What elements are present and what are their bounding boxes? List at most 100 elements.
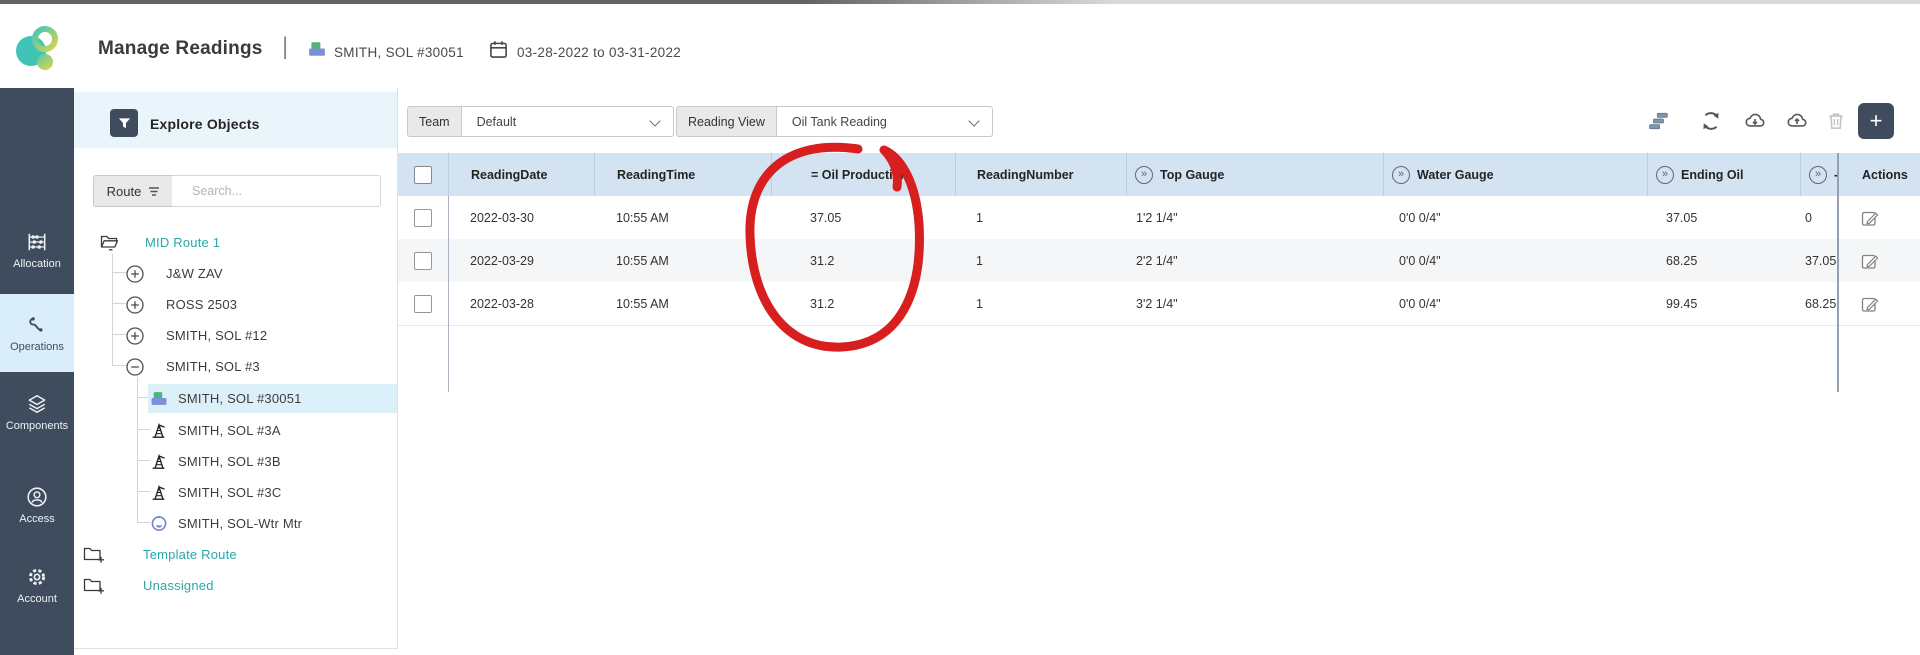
- sidebar-item-label: Operations: [10, 341, 64, 353]
- tree-item-smith-sol-wtr-mtr[interactable]: SMITH, SOL-Wtr Mtr: [74, 509, 397, 538]
- app-logo-icon: [15, 24, 61, 72]
- chevrons-circle-icon: [1392, 166, 1410, 184]
- sidebar-item-components[interactable]: Components: [0, 378, 74, 446]
- tree-item-label: SMITH, SOL #3B: [178, 454, 281, 469]
- tree-item-smith-sol-3b[interactable]: SMITH, SOL #3B: [74, 447, 397, 476]
- cell-top-gauge: 3'2 1/4": [1126, 282, 1383, 325]
- cell-reading-number: 1: [955, 282, 1126, 325]
- select-all-checkbox-cell: [398, 153, 448, 196]
- column-header-reading-time[interactable]: ReadingTime: [594, 153, 771, 196]
- column-header-water-gauge[interactable]: Water Gauge: [1383, 153, 1647, 196]
- tank-battery-icon: [150, 390, 168, 407]
- cell-reading-number: 1: [955, 239, 1126, 282]
- group-steps-icon[interactable]: [1648, 110, 1670, 132]
- cell-trailing-value: 37.05: [1800, 239, 1837, 282]
- cell-reading-number: 1: [955, 196, 1126, 239]
- cell-reading-time: 10:55 AM: [594, 196, 771, 239]
- well-derrick-icon: [150, 422, 168, 439]
- reading-view-dropdown[interactable]: Oil Tank Reading: [777, 106, 993, 137]
- cloud-upload-icon[interactable]: [1786, 110, 1808, 132]
- sidebar-item-operations[interactable]: Operations: [0, 294, 74, 372]
- tree-item-smith-sol-12[interactable]: SMITH, SOL #12: [74, 321, 397, 350]
- chevron-down-icon: [968, 115, 979, 126]
- edit-reading-button[interactable]: [1861, 251, 1880, 270]
- tree-item-unassigned[interactable]: Unassigned: [74, 571, 397, 600]
- sidebar-item-label: Components: [6, 420, 68, 432]
- explore-objects-title: Explore Objects: [150, 116, 260, 132]
- table-row: 2022-03-30 10:55 AM 37.05 1 1'2 1/4" 0'0…: [398, 196, 1920, 240]
- route-filter-tab[interactable]: Route: [93, 175, 174, 207]
- cell-oil-production: 31.2: [771, 239, 955, 282]
- row-checkbox[interactable]: [414, 295, 432, 313]
- tree-item-smith-sol-3a[interactable]: SMITH, SOL #3A: [74, 416, 397, 445]
- column-header-reading-date[interactable]: ReadingDate: [448, 153, 594, 196]
- cell-reading-time: 10:55 AM: [594, 239, 771, 282]
- cell-ending-oil: 37.05: [1647, 196, 1800, 239]
- expand-plus-icon: [125, 264, 145, 284]
- date-range[interactable]: 03-28-2022 to 03-31-2022: [517, 45, 681, 60]
- team-value: Default: [477, 115, 517, 129]
- cell-top-gauge: 2'2 1/4": [1126, 239, 1383, 282]
- tree-item-template-route[interactable]: Template Route: [74, 540, 397, 569]
- tree-item-label: SMITH, SOL #3C: [178, 485, 281, 500]
- top-bar: Manage Readings | SMITH, SOL #30051 03-2…: [0, 4, 1920, 88]
- search-input[interactable]: [190, 183, 364, 199]
- calendar-icon[interactable]: [489, 40, 508, 59]
- folder-open-icon: [100, 234, 119, 251]
- column-header-reading-number[interactable]: ReadingNumber: [955, 153, 1126, 196]
- tank-battery-icon: [308, 40, 326, 58]
- column-header-label: Water Gauge: [1417, 168, 1494, 182]
- edit-reading-button[interactable]: [1861, 208, 1880, 227]
- explore-objects-header: Explore Objects: [74, 92, 397, 148]
- tree-item-ross-2503[interactable]: ROSS 2503: [74, 290, 397, 319]
- tree-item-smith-sol-30051[interactable]: SMITH, SOL #30051: [148, 384, 397, 413]
- tree-item-label: J&W ZAV: [166, 266, 223, 281]
- cloud-download-icon[interactable]: [1744, 110, 1766, 132]
- column-header-oil-production[interactable]: = Oil Production: [771, 153, 955, 196]
- tree-item-jw-zav[interactable]: J&W ZAV: [74, 259, 397, 288]
- readings-table-header: ReadingDate ReadingTime = Oil Production…: [398, 153, 1920, 196]
- edit-reading-button[interactable]: [1861, 294, 1880, 313]
- refresh-icon[interactable]: [1700, 110, 1722, 132]
- team-label: Team: [407, 106, 462, 137]
- row-checkbox[interactable]: [414, 252, 432, 270]
- sidebar-item-allocation[interactable]: Allocation: [0, 216, 74, 284]
- column-header-actions: Actions: [1837, 153, 1920, 196]
- reading-view-label: Reading View: [676, 106, 777, 137]
- cell-ending-oil: 99.45: [1647, 282, 1800, 325]
- tree-item-mid-route-1[interactable]: MID Route 1: [74, 228, 397, 257]
- sidebar-item-account[interactable]: Account: [0, 552, 74, 618]
- water-meter-icon: [150, 515, 168, 532]
- select-all-checkbox[interactable]: [414, 166, 432, 184]
- funnel-icon: [118, 117, 131, 130]
- column-header-top-gauge[interactable]: Top Gauge: [1126, 153, 1383, 196]
- cell-reading-time: 10:55 AM: [594, 282, 771, 325]
- filter-lines-icon: [148, 186, 160, 197]
- readings-main: Team Default Reading View Oil Tank Readi…: [398, 88, 1920, 648]
- well-derrick-icon: [150, 453, 168, 470]
- well-derrick-icon: [150, 484, 168, 501]
- tree-item-smith-sol-3[interactable]: SMITH, SOL #3: [74, 352, 397, 381]
- cell-oil-production: 31.2: [771, 282, 955, 325]
- cell-oil-production: 37.05: [771, 196, 955, 239]
- cell-reading-date: 2022-03-28: [448, 282, 594, 325]
- sidebar-item-access[interactable]: Access: [0, 472, 74, 538]
- column-header-label: Ending Oil: [1681, 168, 1744, 182]
- sidebar-item-label: Allocation: [13, 258, 61, 270]
- column-header-ending-oil[interactable]: Ending Oil: [1647, 153, 1800, 196]
- layers-icon: [26, 393, 48, 415]
- tree-item-label: SMITH, SOL-Wtr Mtr: [178, 516, 302, 531]
- reading-view-value: Oil Tank Reading: [792, 115, 887, 129]
- chevrons-circle-icon: [1656, 166, 1674, 184]
- trash-icon[interactable]: [1825, 110, 1847, 132]
- tree-item-smith-sol-3c[interactable]: SMITH, SOL #3C: [74, 478, 397, 507]
- row-checkbox[interactable]: [414, 209, 432, 227]
- add-reading-button[interactable]: +: [1858, 103, 1894, 139]
- team-dropdown[interactable]: Default: [462, 106, 674, 137]
- filter-button[interactable]: [110, 109, 138, 137]
- chevron-down-icon: [649, 115, 660, 126]
- team-selector: Team Default: [407, 106, 674, 137]
- column-header-truncated[interactable]: - B: [1800, 153, 1837, 196]
- cell-water-gauge: 0'0 0/4": [1383, 196, 1647, 239]
- manage-readings-app: Manage Readings | SMITH, SOL #30051 03-2…: [0, 0, 1920, 655]
